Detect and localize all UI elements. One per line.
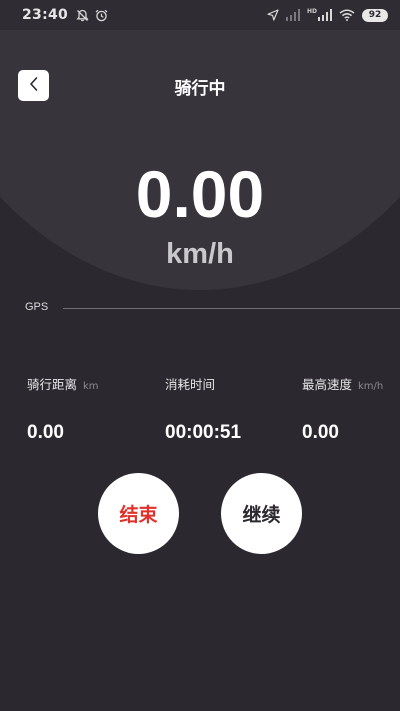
stat-duration-title: 消耗时间 bbox=[165, 377, 216, 392]
stat-distance: 骑行距离 km 0.00 bbox=[27, 374, 147, 444]
status-left-icons bbox=[76, 9, 108, 22]
network-hd-label: HD bbox=[306, 8, 317, 15]
battery-icon: 92 bbox=[362, 8, 388, 22]
alarm-clock-icon bbox=[95, 9, 108, 22]
stat-max-speed-label: 最高速度 km/h bbox=[302, 374, 398, 393]
alarm-off-icon bbox=[76, 9, 89, 22]
stat-max-speed: 最高速度 km/h 0.00 bbox=[302, 374, 398, 444]
current-speed-unit: km/h bbox=[166, 238, 234, 270]
stat-max-speed-value: 0.00 bbox=[302, 422, 339, 443]
wifi-icon bbox=[339, 9, 355, 21]
end-ride-button[interactable]: 结束 bbox=[98, 473, 179, 554]
status-bar: 23:40 HD 92 bbox=[0, 0, 400, 30]
hd-signal-icon: HD bbox=[307, 9, 332, 21]
status-time: 23:40 bbox=[22, 7, 69, 23]
stat-max-speed-title: 最高速度 bbox=[302, 377, 353, 392]
status-right-icons: HD 92 bbox=[267, 8, 388, 22]
continue-ride-button[interactable]: 继续 bbox=[221, 473, 302, 554]
stat-duration-value: 00:00:51 bbox=[165, 422, 242, 443]
stat-distance-value: 0.00 bbox=[27, 422, 64, 443]
stat-distance-label: 骑行距离 km bbox=[27, 374, 147, 393]
gps-signal-line bbox=[63, 308, 400, 309]
signal-icon bbox=[285, 9, 300, 21]
stat-duration-label: 消耗时间 bbox=[165, 374, 285, 393]
page-title: 骑行中 bbox=[174, 79, 226, 99]
current-speed-value: 0.00 bbox=[135, 157, 265, 231]
stat-distance-title: 骑行距离 bbox=[27, 377, 78, 392]
riding-screen: 23:40 HD 92 骑行中 0.00 km/h GPS 骑行距离 km 0.… bbox=[0, 0, 400, 711]
stat-duration: 消耗时间 00:00:51 bbox=[165, 374, 285, 444]
location-arrow-icon bbox=[267, 9, 279, 21]
stat-max-speed-unit: km/h bbox=[358, 381, 384, 392]
gps-label: GPS bbox=[25, 301, 49, 313]
stat-distance-unit: km bbox=[83, 381, 99, 392]
